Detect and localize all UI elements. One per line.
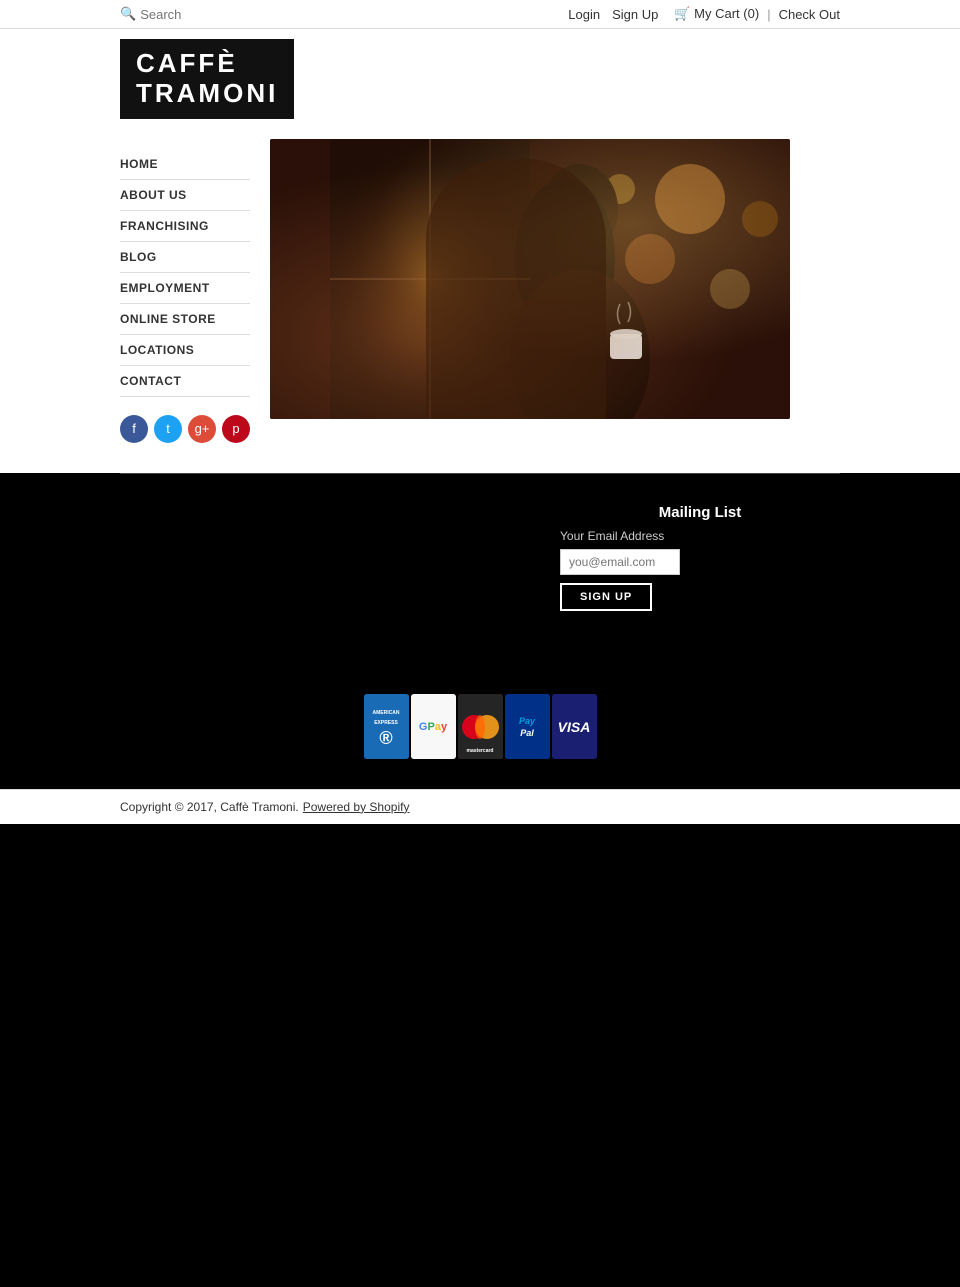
content-area — [250, 129, 840, 443]
payment-card-mastercard: mastercard — [458, 694, 503, 759]
payment-area: AMERICAN EXPRESS ® GPay — [120, 694, 840, 759]
payment-card-paypal: Pay Pal — [505, 694, 550, 759]
cart-divider: | — [767, 7, 770, 22]
googleplus-icon[interactable]: g+ — [188, 415, 216, 443]
mailing-label: Your Email Address — [560, 529, 840, 543]
nav-online-store[interactable]: ONLINE STORE — [120, 304, 250, 335]
nav-contact[interactable]: CONTACT — [120, 366, 250, 397]
payment-card-gpay: GPay — [411, 694, 456, 759]
auth-links: Login Sign Up — [568, 7, 658, 22]
svg-text:AMERICAN: AMERICAN — [372, 710, 399, 716]
mailing-email-input[interactable] — [560, 549, 680, 575]
svg-text:®: ® — [379, 728, 392, 748]
logo-box: CAFFÈ TRAMONI — [120, 39, 294, 119]
hero-image — [270, 139, 790, 419]
mailing-section: Mailing List Your Email Address SIGN UP — [560, 504, 840, 611]
pinterest-icon[interactable]: p — [222, 415, 250, 443]
nav-about[interactable]: ABOUT US — [120, 180, 250, 211]
cart-count: (0) — [743, 6, 759, 21]
nav-franchising[interactable]: FRANCHISING — [120, 211, 250, 242]
mailing-title: Mailing List — [560, 504, 840, 521]
svg-text:Pal: Pal — [520, 728, 534, 738]
copyright-text: Copyright © 2017, Caffè Tramoni. — [120, 800, 299, 814]
payment-card-visa: VISA — [552, 694, 597, 759]
cart-link[interactable]: 🛒 My Cart (0) — [674, 6, 759, 22]
search-wrap: 🔍 — [120, 6, 552, 22]
svg-text:mastercard: mastercard — [466, 748, 493, 754]
nav-employment[interactable]: EMPLOYMENT — [120, 273, 250, 304]
svg-text:GPay: GPay — [418, 721, 447, 733]
social-icons: f t g+ p — [120, 415, 250, 443]
nav-blog[interactable]: BLOG — [120, 242, 250, 273]
logo-line2: TRAMONI — [136, 79, 278, 109]
sidebar-and-content: HOME ABOUT US FRANCHISING BLOG EMPLOYMEN… — [0, 129, 960, 473]
svg-text:VISA: VISA — [557, 719, 590, 735]
checkout-link[interactable]: Check Out — [779, 7, 840, 22]
logo-line1: CAFFÈ — [136, 49, 278, 79]
footer-area: Mailing List Your Email Address SIGN UP … — [0, 474, 960, 789]
copyright-bar: Copyright © 2017, Caffè Tramoni. Powered… — [0, 789, 960, 824]
nav-locations[interactable]: LOCATIONS — [120, 335, 250, 366]
search-input[interactable] — [140, 7, 260, 22]
logo-wrapper: CAFFÈ TRAMONI — [0, 29, 960, 129]
cart-area: 🛒 My Cart (0) | Check Out — [674, 6, 840, 22]
payment-cards: AMERICAN EXPRESS ® GPay — [364, 694, 597, 759]
twitter-icon[interactable]: t — [154, 415, 182, 443]
top-bar: 🔍 Login Sign Up 🛒 My Cart (0) | Check Ou… — [0, 0, 960, 29]
login-link[interactable]: Login — [568, 7, 600, 22]
svg-text:Pay: Pay — [518, 716, 535, 726]
mailing-signup-button[interactable]: SIGN UP — [560, 583, 652, 611]
facebook-icon[interactable]: f — [120, 415, 148, 443]
svg-text:EXPRESS: EXPRESS — [374, 720, 398, 726]
search-icon: 🔍 — [120, 6, 136, 22]
payment-card-amex: AMERICAN EXPRESS ® — [364, 694, 409, 759]
cart-label: My Cart — [694, 6, 740, 21]
sidebar: HOME ABOUT US FRANCHISING BLOG EMPLOYMEN… — [120, 129, 250, 443]
nav-home[interactable]: HOME — [120, 149, 250, 180]
shopify-link[interactable]: Powered by Shopify — [303, 800, 410, 814]
cart-icon: 🛒 — [674, 6, 690, 21]
signup-link[interactable]: Sign Up — [612, 7, 658, 22]
